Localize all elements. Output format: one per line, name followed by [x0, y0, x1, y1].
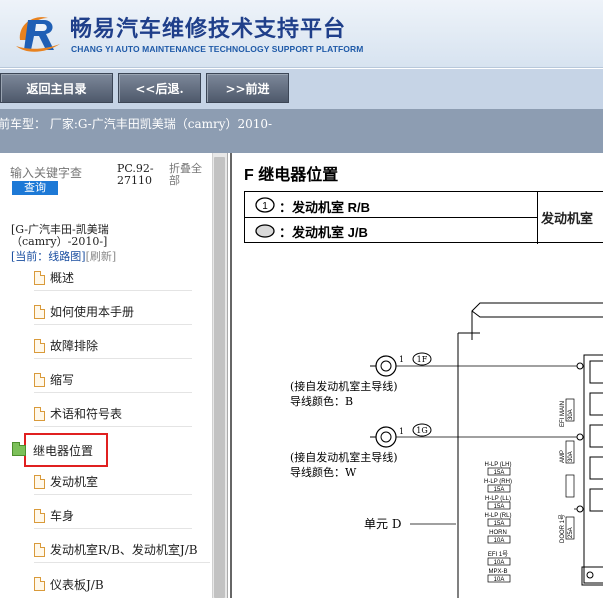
document-icon: [34, 406, 45, 421]
fuse-label: H-LP (LH): [485, 462, 512, 468]
breadcrumb: 前车型： 厂家:G-广汽丰田凯美瑞（camry）2010-: [0, 109, 603, 153]
nav-bar: 返回主目录 <<后退. >>前进: [0, 69, 603, 109]
fuse-label: H-LP (RH): [484, 479, 512, 485]
sidebar: 查询 PC.92-27110 折叠全部 [G-广汽丰田-凯美瑞（camry）-2…: [0, 153, 228, 598]
relay-diagram: 1 1F (接自发动机室主导线) 导线颜色：B 1 1G (接自发动机室主导线)…: [290, 302, 603, 598]
fuse-amp: 25A: [568, 527, 574, 538]
from-main-1: (接自发动机室主导线): [290, 379, 398, 393]
forward-button[interactable]: >>前进: [206, 73, 289, 103]
app-subtitle: CHANG YI AUTO MAINTENANCE TECHNOLOGY SUP…: [71, 44, 364, 54]
tree-item-how-to-use[interactable]: 如何使用本手册: [34, 299, 192, 325]
document-icon: [34, 474, 45, 489]
tree-item-abbreviations[interactable]: 缩写: [34, 367, 192, 393]
tree-item-label: 概述: [50, 271, 75, 285]
refresh-link[interactable]: [刷新]: [86, 250, 117, 263]
fuse-amp: 10A: [494, 538, 505, 544]
pin-1g: 1: [399, 427, 404, 436]
fuse-label: AMP: [560, 450, 566, 463]
legend-rb-text: ：发动机室 R/B: [279, 200, 371, 215]
search-input[interactable]: [10, 165, 110, 181]
fuse-label: H-LP (RL): [485, 513, 512, 519]
fuse-amp: 15A: [494, 521, 505, 527]
document-icon: [34, 304, 45, 319]
sidebar-scroll-thumb[interactable]: [214, 157, 225, 598]
tree-item-label: 发动机室: [50, 475, 99, 489]
document-icon: [34, 508, 45, 523]
vehicle-label: [G-广汽丰田-凯美瑞（camry）-2010-]: [11, 223, 109, 248]
legend-row-rb: 1 ：发动机室 R/B: [245, 192, 537, 218]
pc-code: PC.92-27110: [117, 162, 154, 187]
fuse-label: EFI MAIN: [560, 401, 566, 427]
collapse-all-link[interactable]: 折叠全部: [169, 163, 209, 187]
app-title: 畅易汽车维修技术支持平台: [70, 17, 347, 42]
tree-item-engine-room[interactable]: 发动机室: [34, 469, 192, 495]
document-icon: [34, 542, 45, 557]
tree-item-relay-location[interactable]: 继电器位置: [12, 433, 108, 467]
fuse-amp: 15A: [494, 504, 505, 510]
tree-item-glossary[interactable]: 术语和符号表: [34, 401, 192, 427]
tree-item-label: 车身: [50, 509, 75, 523]
fuse-label: H-LP (LL): [485, 496, 511, 502]
legend-jb-text: ：发动机室 J/B: [279, 225, 368, 240]
tree-item-label: 仪表板J/B: [50, 577, 104, 592]
circle-number: 1: [262, 201, 268, 212]
tree-item-overview[interactable]: 概述: [34, 265, 192, 291]
breadcrumb-text: 前车型： 厂家:G-广汽丰田凯美瑞（camry）2010-: [0, 117, 273, 131]
home-button[interactable]: 返回主目录: [0, 73, 113, 103]
wire-color-b: 导线颜色：B: [290, 394, 353, 408]
from-main-2: (接自发动机室主导线): [290, 450, 398, 464]
document-icon: [34, 577, 45, 591]
document-icon: [34, 270, 45, 285]
document-title: F 继电器位置: [244, 167, 339, 184]
tree-item-troubleshooting[interactable]: 故障排除: [34, 333, 192, 359]
wire-color-w: 导线颜色：W: [290, 465, 357, 479]
fuse-label: EFI 1号: [488, 551, 508, 558]
fuse-amp: 10A: [494, 560, 505, 566]
current-section: [当前：线路图][刷新]: [11, 248, 116, 264]
legend-right-text: 发动机室: [541, 211, 594, 226]
tree-item-label: 如何使用本手册: [50, 305, 135, 319]
tree-item-engine-rb-jb[interactable]: 发动机室R/B、发动机室J/B: [34, 537, 210, 563]
back-button[interactable]: <<后退.: [118, 73, 201, 103]
tree-item-label: 缩写: [50, 373, 75, 387]
folder-open-icon: [12, 441, 26, 456]
tree-item-label: 术语和符号表: [50, 407, 123, 421]
fuse-amp: 30A: [568, 409, 574, 420]
fuse-amp: 15A: [494, 470, 505, 476]
fuse-label: MPX-B: [488, 569, 507, 575]
legend-divider: [537, 192, 538, 244]
document-icon: [34, 372, 45, 387]
connector-1f-label: 1F: [417, 355, 428, 364]
legend-table: 1 ：发动机室 R/B ：发动机室 J/B 发动机室: [244, 191, 603, 244]
pin-1f: 1: [399, 355, 404, 364]
cy-logo-icon: [16, 17, 60, 52]
oval-jb-icon: [255, 224, 275, 238]
fuse-amp: 10A: [494, 577, 505, 583]
document-view: F 继电器位置 1 ：发动机室 R/B ：发动机室 J/B 发动机室 1 1F …: [230, 153, 603, 598]
fuse-label: HORN: [489, 530, 507, 536]
tree-item-label: 继电器位置: [33, 443, 94, 458]
unit-d-label: 单元 D: [364, 517, 401, 531]
search-button[interactable]: 查询: [12, 181, 58, 195]
fuse-amp: 30A: [568, 451, 574, 462]
fuse-amp: 15A: [494, 487, 505, 493]
fuse-label: DOOR 1号: [559, 514, 566, 543]
current-section-label: [当前：线路图]: [11, 250, 86, 263]
circle-1-icon: 1: [255, 197, 275, 213]
tree-item-label: 故障排除: [50, 339, 99, 353]
tree-item-label: 发动机室R/B、发动机室J/B: [50, 543, 198, 557]
tree-item-instrument-jb[interactable]: 仪表板J/B: [34, 571, 192, 597]
document-icon: [34, 338, 45, 353]
tree-item-body[interactable]: 车身: [34, 503, 192, 529]
connector-1g-label: 1G: [416, 426, 427, 435]
app-header: 畅易汽车维修技术支持平台 CHANG YI AUTO MAINTENANCE T…: [0, 0, 603, 68]
